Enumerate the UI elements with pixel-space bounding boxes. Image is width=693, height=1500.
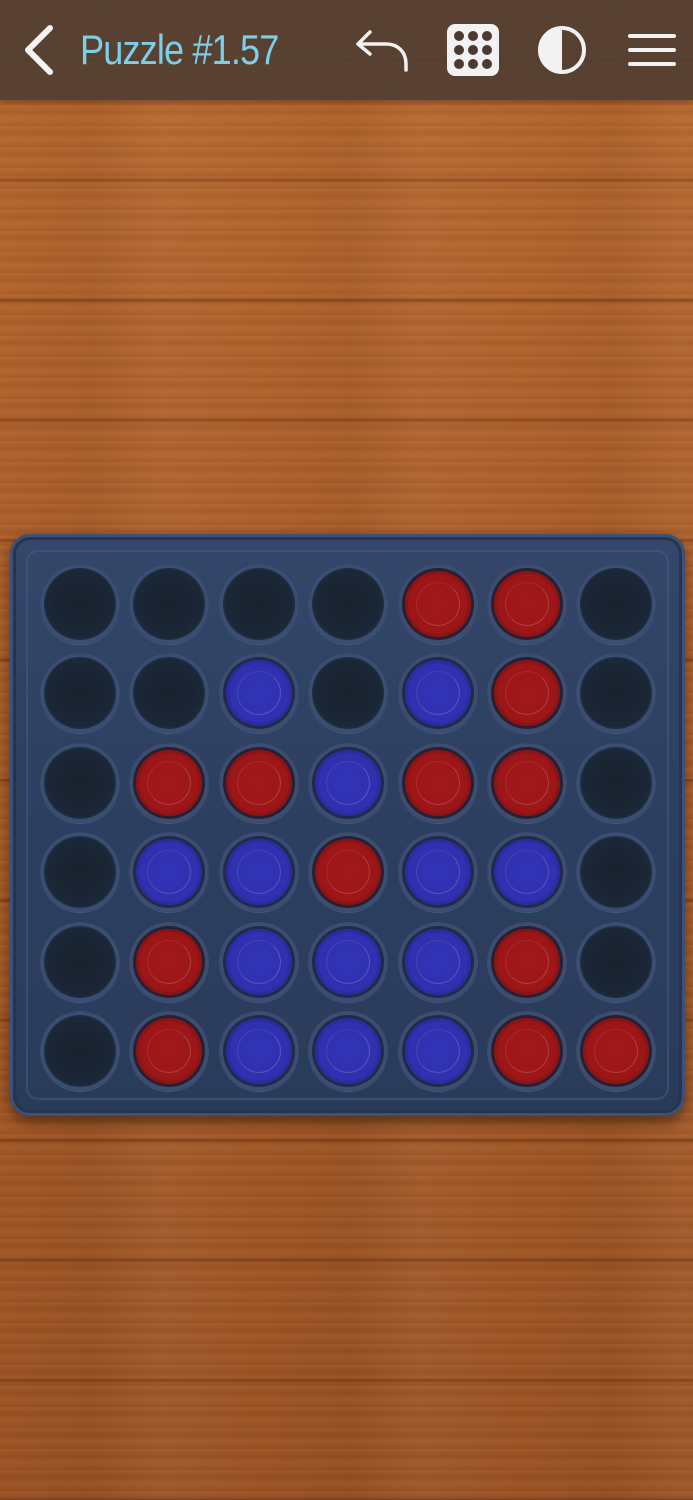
chevron-left-icon xyxy=(25,25,53,75)
empty-slot[interactable] xyxy=(40,564,120,644)
blue-piece[interactable] xyxy=(308,921,389,1002)
top-toolbar: Puzzle #1.57 xyxy=(0,0,693,100)
blue-piece[interactable] xyxy=(487,832,567,913)
red-piece[interactable] xyxy=(308,832,389,913)
level-grid-icon xyxy=(447,24,499,76)
empty-slot[interactable] xyxy=(40,653,120,734)
blue-piece[interactable] xyxy=(308,1011,389,1091)
empty-slot[interactable] xyxy=(40,1011,120,1091)
empty-slot[interactable] xyxy=(129,564,210,644)
red-piece[interactable] xyxy=(487,653,567,734)
red-piece[interactable] xyxy=(129,742,210,823)
red-piece[interactable] xyxy=(129,1011,210,1091)
empty-slot[interactable] xyxy=(576,921,657,1002)
empty-slot[interactable] xyxy=(40,832,120,913)
blue-piece[interactable] xyxy=(218,832,299,913)
undo-button[interactable] xyxy=(350,22,410,78)
menu-button[interactable] xyxy=(624,22,684,78)
red-piece[interactable] xyxy=(487,564,567,644)
empty-slot[interactable] xyxy=(576,742,657,823)
red-piece[interactable] xyxy=(129,921,210,1002)
blue-piece[interactable] xyxy=(397,1011,478,1091)
red-piece[interactable] xyxy=(576,1011,657,1091)
empty-slot[interactable] xyxy=(308,564,389,644)
contrast-icon xyxy=(538,26,586,74)
red-piece[interactable] xyxy=(487,1011,567,1091)
red-piece[interactable] xyxy=(397,742,478,823)
empty-slot[interactable] xyxy=(40,921,120,1002)
blue-piece[interactable] xyxy=(218,653,299,734)
blue-piece[interactable] xyxy=(397,921,478,1002)
page-title: Puzzle #1.57 xyxy=(80,26,279,73)
empty-slot[interactable] xyxy=(218,564,299,644)
blue-piece[interactable] xyxy=(308,742,389,823)
blue-piece[interactable] xyxy=(218,921,299,1002)
contrast-toggle-button[interactable] xyxy=(534,22,594,78)
level-select-button[interactable] xyxy=(444,22,504,78)
hamburger-menu-icon xyxy=(628,34,676,66)
back-button[interactable] xyxy=(18,22,60,78)
red-piece[interactable] xyxy=(218,742,299,823)
red-piece[interactable] xyxy=(487,742,567,823)
undo-icon xyxy=(356,30,408,72)
empty-slot[interactable] xyxy=(40,742,120,823)
red-piece[interactable] xyxy=(487,921,567,1002)
blue-piece[interactable] xyxy=(397,832,478,913)
red-piece[interactable] xyxy=(397,564,478,644)
game-board xyxy=(10,534,685,1116)
empty-slot[interactable] xyxy=(576,564,657,644)
blue-piece[interactable] xyxy=(397,653,478,734)
blue-piece[interactable] xyxy=(218,1011,299,1091)
